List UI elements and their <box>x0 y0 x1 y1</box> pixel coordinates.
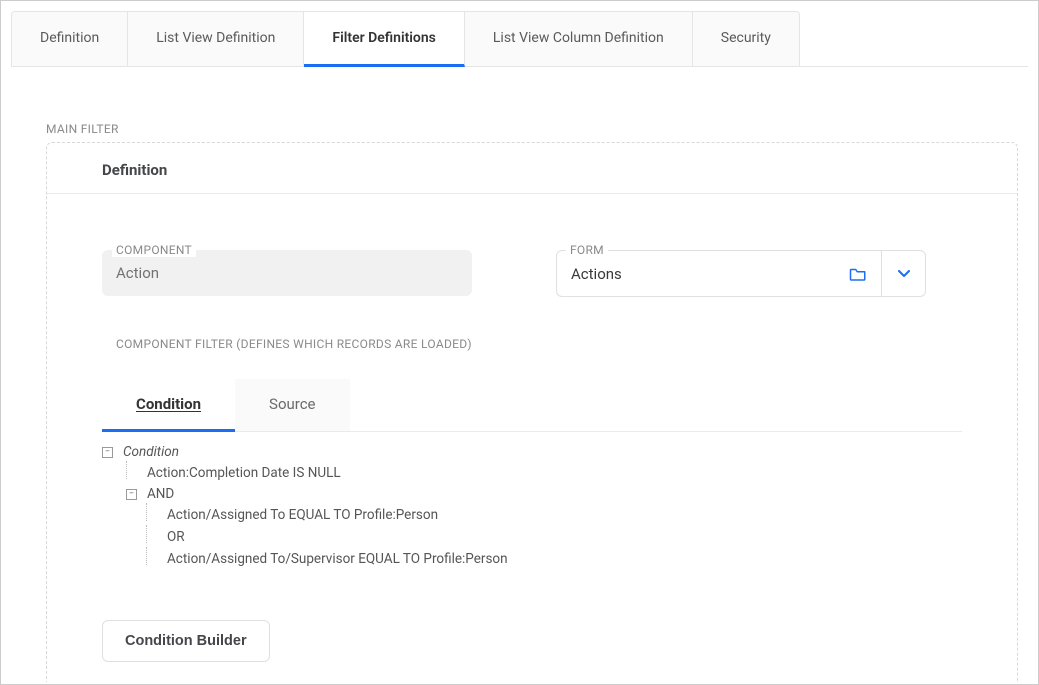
inner-tabs: Condition Source <box>102 379 962 432</box>
tree-node-label: Action:Completion Date IS NULL <box>147 465 341 481</box>
panel-header: Definition <box>47 143 1017 194</box>
folder-icon[interactable] <box>849 266 867 282</box>
tab-definition[interactable]: Definition <box>11 11 128 66</box>
tab-security[interactable]: Security <box>693 11 800 66</box>
tab-filter-definitions[interactable]: Filter Definitions <box>304 11 464 67</box>
main-filter-label: MAIN FILTER <box>46 122 1028 136</box>
tree-or-label: OR <box>167 529 185 545</box>
inner-tab-condition[interactable]: Condition <box>102 379 235 432</box>
form-dropdown-toggle[interactable] <box>881 251 925 296</box>
tree-or-node[interactable]: OR <box>102 526 962 548</box>
condition-tree: − Condition Action:Completion Date IS NU… <box>102 442 962 570</box>
form-label: FORM <box>566 243 608 257</box>
tree-node[interactable]: Action:Completion Date IS NULL <box>102 462 962 484</box>
tab-list-view-column-definition[interactable]: List View Column Definition <box>465 11 693 66</box>
collapse-icon[interactable]: − <box>102 447 113 458</box>
inner-tab-source[interactable]: Source <box>235 379 349 431</box>
tree-node[interactable]: Action/Assigned To EQUAL TO Profile:Pers… <box>102 504 962 526</box>
tree-and-label: AND <box>147 486 174 502</box>
condition-builder-button[interactable]: Condition Builder <box>102 620 270 662</box>
tab-list-view-definition[interactable]: List View Definition <box>128 11 304 66</box>
main-filter-panel: Definition COMPONENT Action FORM Actions <box>46 142 1018 682</box>
tree-node-label: Action/Assigned To/Supervisor EQUAL TO P… <box>167 551 508 567</box>
tree-and-node[interactable]: − AND <box>102 484 962 504</box>
component-label: COMPONENT <box>112 243 196 257</box>
form-select[interactable]: Actions <box>556 250 926 297</box>
tree-node-label: Action/Assigned To EQUAL TO Profile:Pers… <box>167 507 438 523</box>
tree-root[interactable]: − Condition <box>102 442 962 462</box>
tree-root-label: Condition <box>123 444 179 460</box>
component-filter-heading: COMPONENT FILTER (DEFINES WHICH RECORDS … <box>116 337 962 351</box>
tree-node[interactable]: Action/Assigned To/Supervisor EQUAL TO P… <box>102 548 962 570</box>
chevron-down-icon <box>898 270 910 278</box>
collapse-icon[interactable]: − <box>126 489 137 500</box>
form-value: Actions <box>571 265 622 283</box>
top-tabs: Definition List View Definition Filter D… <box>11 11 1028 67</box>
